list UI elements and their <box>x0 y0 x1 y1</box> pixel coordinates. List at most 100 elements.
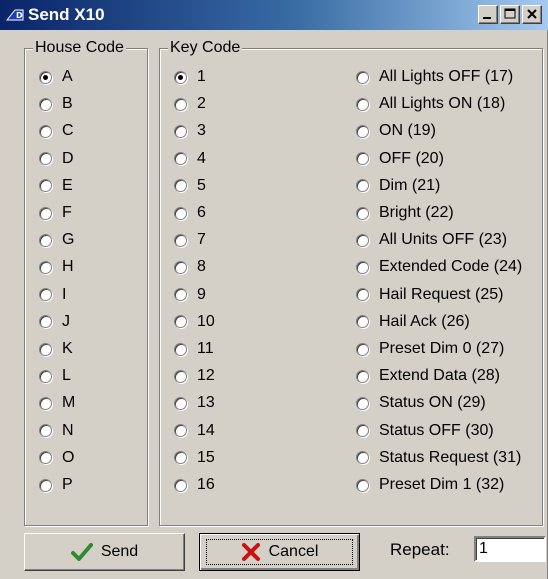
radio-button[interactable] <box>174 478 187 492</box>
title-bar[interactable]: D Send X10 <box>0 0 548 30</box>
radio-button[interactable] <box>356 315 369 329</box>
radio-button[interactable] <box>39 206 52 220</box>
house-code-option-a[interactable]: A <box>39 67 73 87</box>
key-code-function-31[interactable]: Status Request (31) <box>356 448 521 468</box>
radio-button[interactable] <box>356 288 369 302</box>
radio-button[interactable] <box>174 152 187 166</box>
minimize-button[interactable] <box>478 5 498 24</box>
radio-button[interactable] <box>39 260 52 274</box>
radio-button[interactable] <box>356 152 369 166</box>
radio-button[interactable] <box>356 342 369 356</box>
maximize-button[interactable] <box>500 5 520 24</box>
radio-button[interactable] <box>356 124 369 138</box>
key-code-option-7[interactable]: 7 <box>174 230 206 250</box>
key-code-option-15[interactable]: 15 <box>174 448 215 468</box>
house-code-option-e[interactable]: E <box>39 176 73 196</box>
key-code-function-28[interactable]: Extend Data (28) <box>356 366 500 386</box>
close-button[interactable] <box>522 5 542 24</box>
radio-button[interactable] <box>39 97 52 111</box>
key-code-option-13[interactable]: 13 <box>174 393 215 413</box>
radio-button[interactable] <box>356 369 369 383</box>
house-code-option-p[interactable]: P <box>39 475 73 495</box>
key-code-option-1[interactable]: 1 <box>174 67 206 87</box>
house-code-option-l[interactable]: L <box>39 366 71 386</box>
radio-button[interactable] <box>39 424 52 438</box>
key-code-option-4[interactable]: 4 <box>174 149 206 169</box>
repeat-input[interactable] <box>474 536 546 562</box>
radio-button[interactable] <box>356 478 369 492</box>
house-code-option-k[interactable]: K <box>39 339 73 359</box>
radio-button[interactable] <box>356 206 369 220</box>
radio-button[interactable] <box>174 260 187 274</box>
radio-button[interactable] <box>174 70 187 84</box>
radio-button[interactable] <box>39 369 52 383</box>
radio-button[interactable] <box>39 396 52 410</box>
radio-button[interactable] <box>174 179 187 193</box>
key-code-option-6[interactable]: 6 <box>174 203 206 223</box>
key-code-option-14[interactable]: 14 <box>174 421 215 441</box>
key-code-option-8[interactable]: 8 <box>174 257 206 277</box>
radio-button[interactable] <box>174 97 187 111</box>
radio-button[interactable] <box>356 70 369 84</box>
radio-button[interactable] <box>356 233 369 247</box>
radio-button[interactable] <box>356 451 369 465</box>
radio-button[interactable] <box>174 124 187 138</box>
key-code-function-32[interactable]: Preset Dim 1 (32) <box>356 475 504 495</box>
key-code-option-3[interactable]: 3 <box>174 121 206 141</box>
key-code-option-5[interactable]: 5 <box>174 176 206 196</box>
radio-button[interactable] <box>39 179 52 193</box>
radio-button[interactable] <box>174 369 187 383</box>
house-code-option-d[interactable]: D <box>39 149 74 169</box>
radio-button[interactable] <box>356 97 369 111</box>
key-code-option-2[interactable]: 2 <box>174 94 206 114</box>
key-code-function-27[interactable]: Preset Dim 0 (27) <box>356 339 504 359</box>
radio-button[interactable] <box>356 424 369 438</box>
radio-button[interactable] <box>356 260 369 274</box>
key-code-function-30[interactable]: Status OFF (30) <box>356 421 494 441</box>
cancel-button[interactable]: Cancel <box>199 533 360 571</box>
radio-button[interactable] <box>39 70 52 84</box>
key-code-function-22[interactable]: Bright (22) <box>356 203 454 223</box>
radio-button[interactable] <box>39 152 52 166</box>
key-code-function-23[interactable]: All Units OFF (23) <box>356 230 507 250</box>
key-code-option-11[interactable]: 11 <box>174 339 214 359</box>
house-code-option-j[interactable]: J <box>39 312 70 332</box>
radio-button[interactable] <box>174 396 187 410</box>
radio-button[interactable] <box>174 288 187 302</box>
radio-button[interactable] <box>174 233 187 247</box>
house-code-option-m[interactable]: M <box>39 393 75 413</box>
radio-button[interactable] <box>39 124 52 138</box>
key-code-function-17[interactable]: All Lights OFF (17) <box>356 67 513 87</box>
radio-button[interactable] <box>39 315 52 329</box>
radio-button[interactable] <box>174 315 187 329</box>
key-code-function-26[interactable]: Hail Ack (26) <box>356 312 470 332</box>
key-code-function-24[interactable]: Extended Code (24) <box>356 257 522 277</box>
house-code-option-o[interactable]: O <box>39 448 74 468</box>
radio-button[interactable] <box>174 424 187 438</box>
house-code-option-i[interactable]: I <box>39 285 66 305</box>
radio-button[interactable] <box>39 342 52 356</box>
house-code-option-c[interactable]: C <box>39 121 74 141</box>
key-code-function-19[interactable]: ON (19) <box>356 121 436 141</box>
radio-button[interactable] <box>356 179 369 193</box>
key-code-function-20[interactable]: OFF (20) <box>356 149 444 169</box>
radio-button[interactable] <box>39 478 52 492</box>
key-code-function-21[interactable]: Dim (21) <box>356 176 440 196</box>
key-code-function-18[interactable]: All Lights ON (18) <box>356 94 505 114</box>
key-code-option-16[interactable]: 16 <box>174 475 215 495</box>
key-code-option-9[interactable]: 9 <box>174 285 206 305</box>
key-code-function-25[interactable]: Hail Request (25) <box>356 285 504 305</box>
radio-button[interactable] <box>174 206 187 220</box>
house-code-option-b[interactable]: B <box>39 94 73 114</box>
key-code-option-12[interactable]: 12 <box>174 366 215 386</box>
house-code-option-h[interactable]: H <box>39 257 74 277</box>
key-code-function-29[interactable]: Status ON (29) <box>356 393 486 413</box>
house-code-option-n[interactable]: N <box>39 421 74 441</box>
radio-button[interactable] <box>356 396 369 410</box>
radio-button[interactable] <box>39 451 52 465</box>
house-code-option-f[interactable]: F <box>39 203 72 223</box>
send-button[interactable]: Send <box>24 533 185 571</box>
house-code-option-g[interactable]: G <box>39 230 74 250</box>
key-code-option-10[interactable]: 10 <box>174 312 215 332</box>
radio-button[interactable] <box>39 233 52 247</box>
